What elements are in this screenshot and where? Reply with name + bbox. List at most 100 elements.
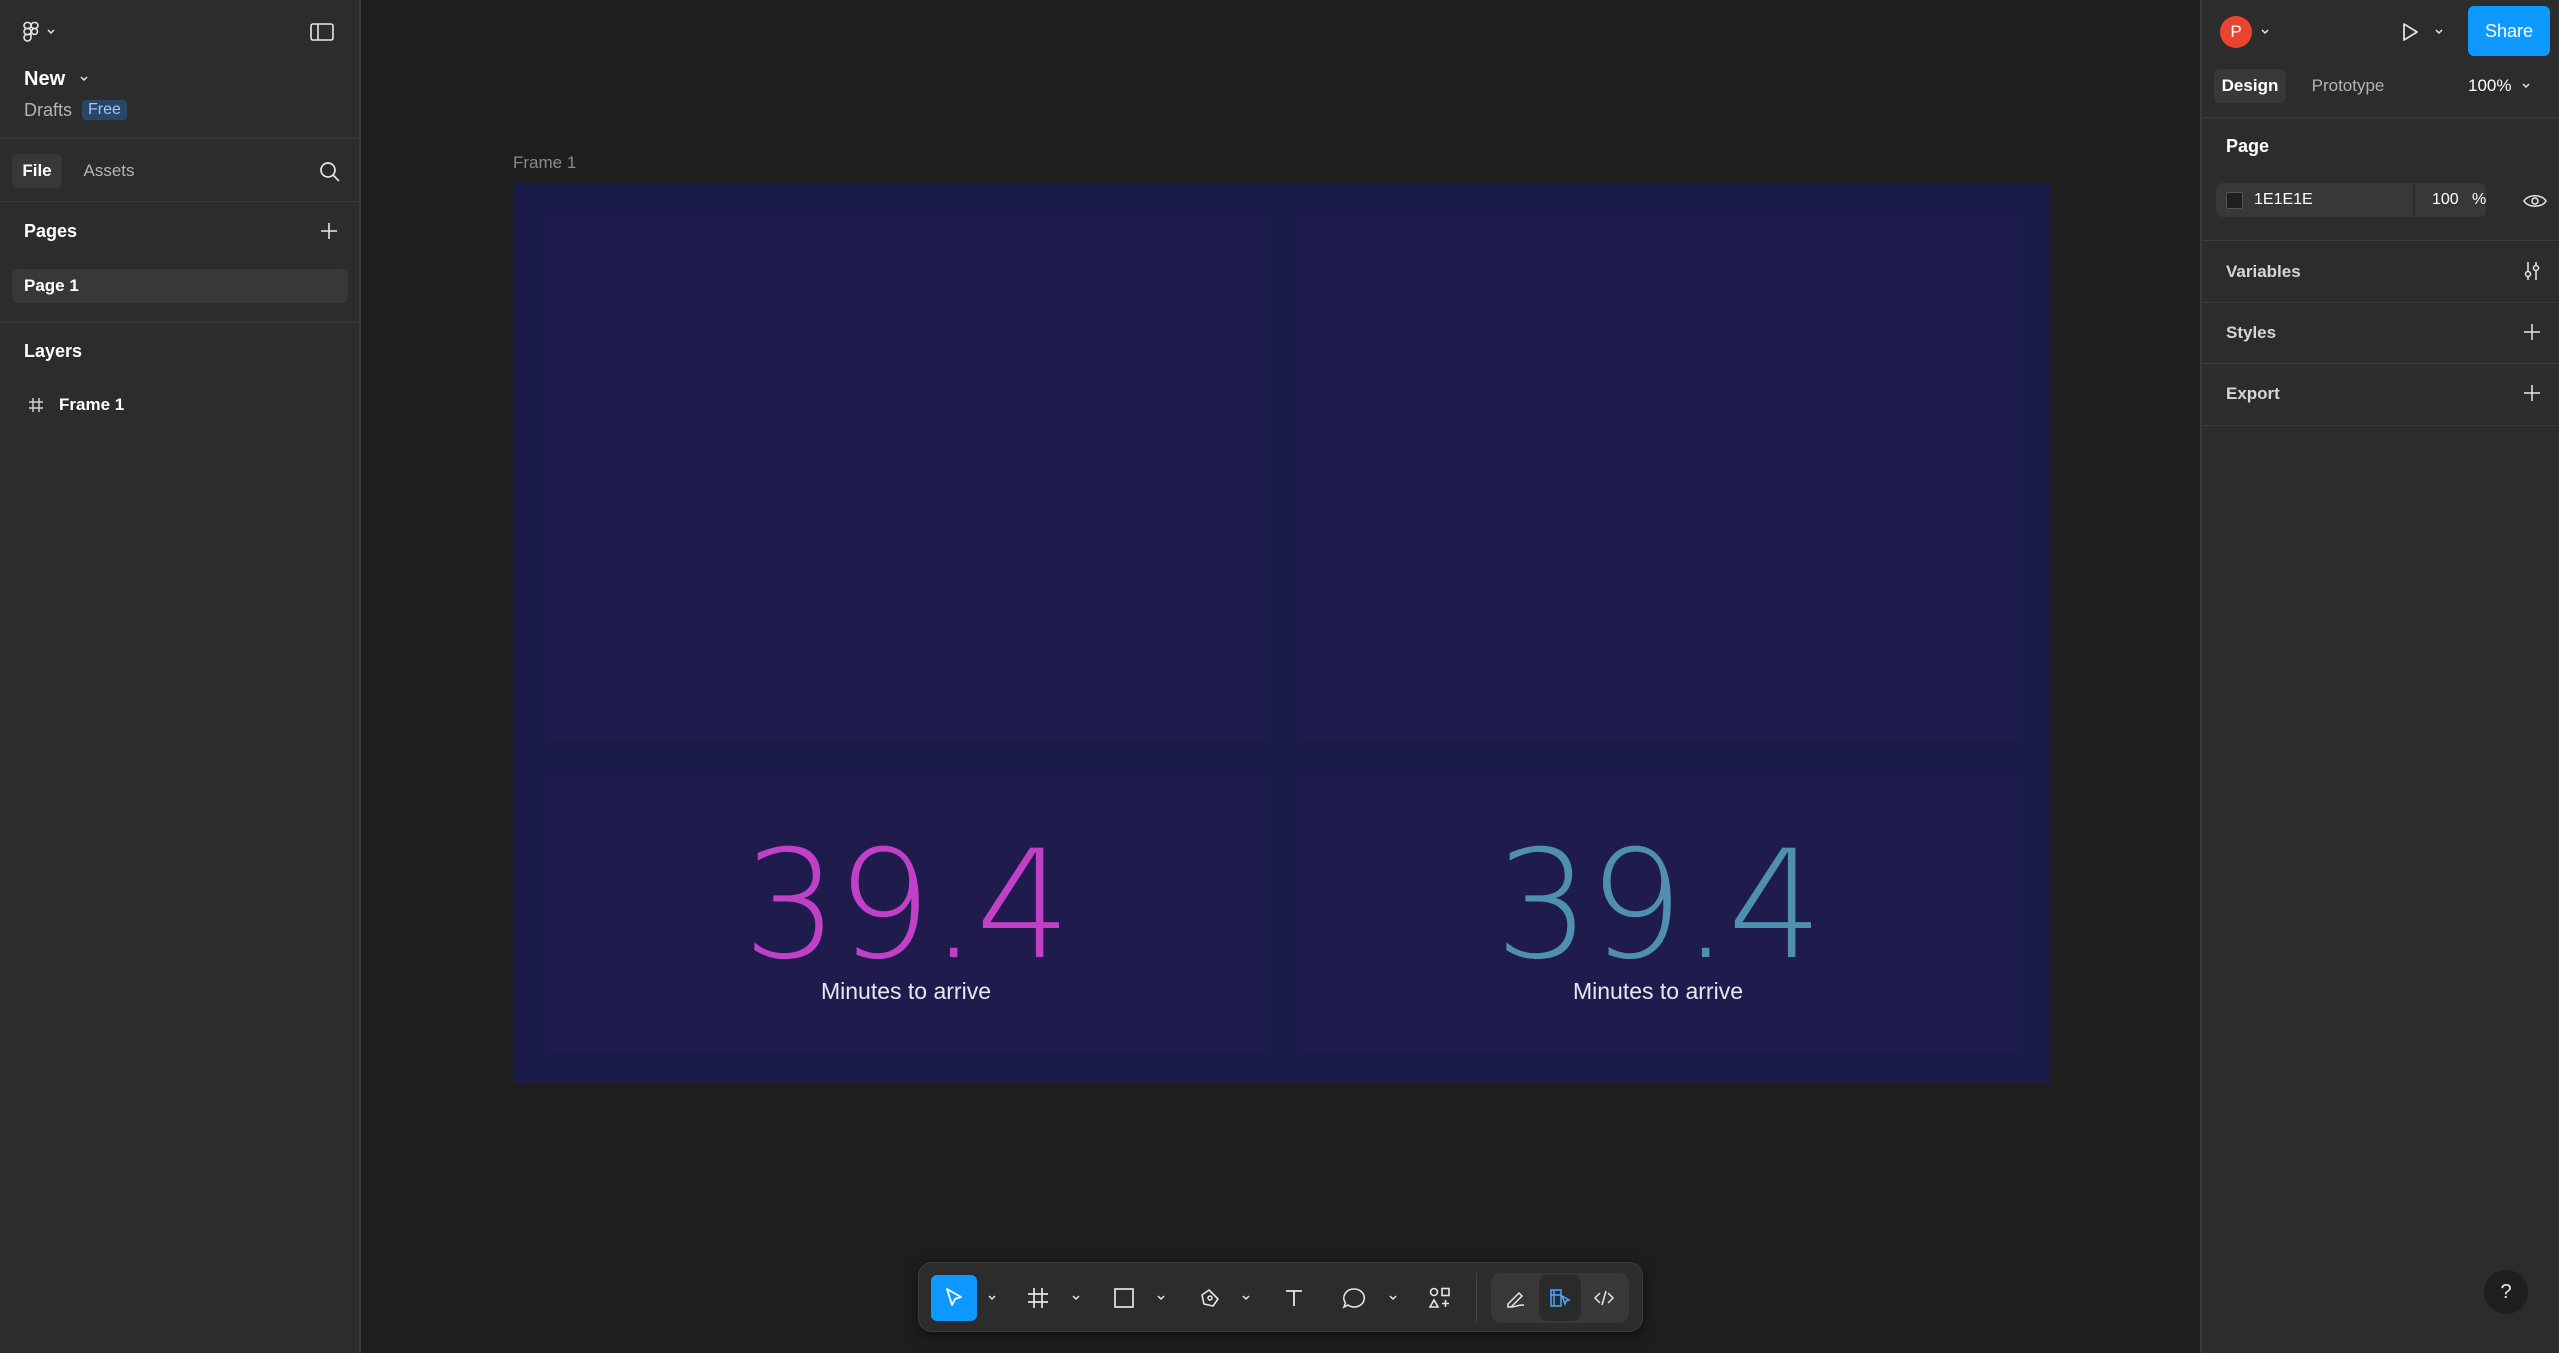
help-button[interactable]: ? [2484,1270,2528,1314]
tab-prototype[interactable]: Prototype [2298,69,2398,103]
search-button[interactable] [314,156,346,188]
chevron-down-icon[interactable] [1239,1291,1253,1305]
zoom-dropdown[interactable]: 100% [2468,69,2548,103]
add-page-button[interactable] [314,216,344,246]
card-top-right[interactable] [1298,216,2018,741]
pen-icon [1198,1286,1222,1310]
text-tool-button[interactable] [1271,1275,1317,1321]
chevron-down-icon[interactable] [985,1291,999,1305]
divider [0,138,359,139]
variables-section[interactable]: Variables [2202,241,2559,301]
divider [2202,425,2559,426]
chevron-down-icon[interactable] [1386,1291,1400,1305]
file-name-button[interactable]: New [24,64,89,94]
sidebar-toggle-icon [310,23,334,41]
help-label: ? [2500,1280,2512,1303]
styles-section[interactable]: Styles [2202,303,2559,363]
card-bottom-left[interactable]: 39.4 Minutes to arrive [546,776,1266,1051]
actions-button[interactable] [1417,1275,1463,1321]
design-mode-icon [1549,1287,1571,1309]
percent-sign: % [2472,191,2487,208]
tab-file[interactable]: File [12,154,62,188]
plus-icon[interactable] [2522,383,2542,403]
user-menu-button[interactable]: P [2220,16,2278,48]
figma-logo-icon [22,21,40,43]
divider [0,322,359,323]
sliders-icon[interactable] [2522,260,2542,282]
divider [2202,117,2559,118]
tab-assets-label: Assets [83,161,135,180]
layer-item-frame-1[interactable]: Frame 1 [12,388,348,422]
tab-design-label: Design [2221,76,2279,95]
shape-tool-button[interactable] [1101,1275,1147,1321]
draw-mode-button[interactable] [1495,1275,1537,1321]
tab-assets[interactable]: Assets [72,154,146,188]
chevron-down-icon [79,75,89,83]
plan-badge: Free [82,100,127,120]
present-button[interactable] [2400,16,2458,48]
chevron-down-icon[interactable] [1154,1291,1168,1305]
styles-heading: Styles [2226,323,2277,342]
text-icon [1282,1286,1306,1310]
chevron-down-icon [2260,28,2270,36]
left-sidebar: New Drafts Free File Assets Pages Page 1… [0,0,361,1353]
avatar: P [2220,16,2252,48]
tab-design[interactable]: Design [2214,69,2286,103]
draw-icon [1505,1287,1527,1309]
page-color-hex[interactable]: 1E1E1E [2254,191,2313,209]
metric-value: 39.4 [1495,819,1823,993]
share-label: Share [2484,20,2534,41]
zoom-level: 100% [2468,76,2512,95]
code-icon [1593,1287,1615,1309]
card-bottom-right[interactable]: 39.4 Minutes to arrive [1298,776,2018,1051]
frame-hash-icon [28,397,44,413]
page-item-page-1[interactable]: Page 1 [12,269,348,303]
main-menu-button[interactable] [22,18,68,46]
canvas[interactable]: Frame 1 39.4 Minutes to arrive 39.4 Minu… [361,0,2200,1353]
comment-icon [1341,1286,1367,1310]
eye-icon [2523,193,2547,209]
comment-tool-button[interactable] [1331,1275,1377,1321]
plus-icon [319,221,339,241]
bottom-toolbar [918,1262,1643,1332]
chevron-down-icon [46,28,56,36]
divider [0,201,359,202]
toolbar-divider [1476,1273,1477,1323]
metric-label: Minutes to arrive [820,978,991,1004]
dev-mode-button[interactable] [1583,1275,1625,1321]
page-color-field[interactable]: 1E1E1E 100 % [2216,183,2486,217]
sidebar-toggle-button[interactable] [306,18,338,46]
pen-tool-button[interactable] [1187,1275,1233,1321]
cursor-icon [942,1286,966,1310]
right-sidebar: P Share Design Prototype 100% Page 1E1E1… [2200,0,2559,1353]
card-top-left[interactable] [546,216,1266,741]
file-name: New [24,67,66,90]
page-item-label: Page 1 [24,276,79,295]
export-section[interactable]: Export [2202,364,2559,424]
tab-file-label: File [22,161,52,180]
page-heading: Page [2226,136,2270,156]
frame-label[interactable]: Frame 1 [513,153,576,173]
plus-icon[interactable] [2522,322,2542,342]
share-button[interactable]: Share [2468,6,2550,56]
layer-item-label: Frame 1 [59,395,125,414]
pages-heading: Pages [24,221,78,241]
page-opacity-value[interactable]: 100 [2432,191,2459,209]
layers-heading: Layers [24,341,83,361]
tab-prototype-label: Prototype [2311,76,2385,95]
apps-icon [1428,1286,1452,1310]
chevron-down-icon[interactable] [1069,1291,1083,1305]
rectangle-icon [1112,1286,1136,1310]
metric-label: Minutes to arrive [1572,978,1743,1004]
move-tool-button[interactable] [931,1275,977,1321]
mode-switcher [1491,1273,1629,1323]
field-divider [2413,183,2415,217]
frame-tool-button[interactable] [1015,1275,1061,1321]
file-location[interactable]: Drafts [24,100,72,121]
color-swatch[interactable] [2226,192,2243,209]
frame-hash-icon [1026,1286,1050,1310]
design-mode-button[interactable] [1539,1275,1581,1321]
frame-1[interactable]: 39.4 Minutes to arrive 39.4 Minutes to a… [513,183,2050,1084]
visibility-toggle[interactable] [2520,188,2550,214]
play-icon [2400,21,2420,43]
